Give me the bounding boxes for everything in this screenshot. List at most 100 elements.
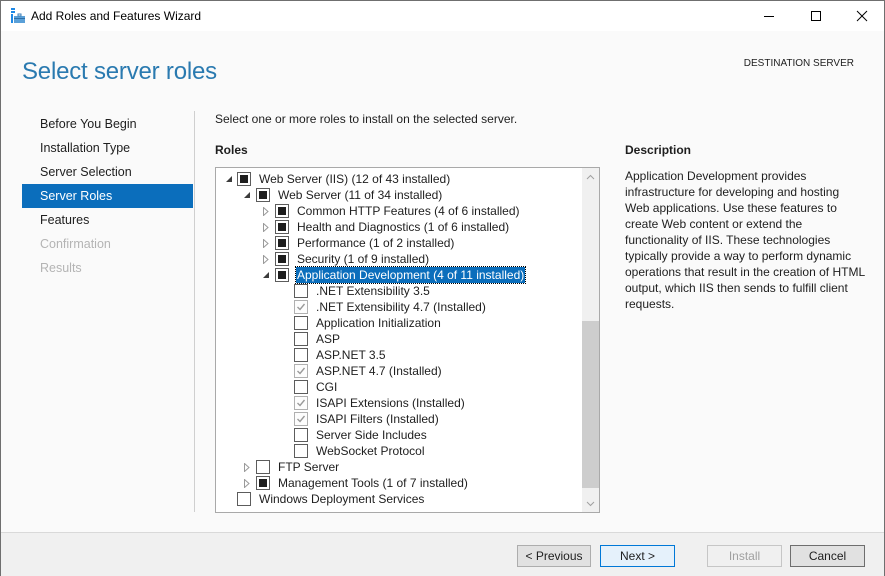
cancel-button[interactable]: Cancel — [790, 545, 865, 567]
scroll-thumb[interactable] — [582, 321, 599, 488]
next-button[interactable]: Next > — [600, 545, 675, 567]
role-checkbox — [294, 396, 308, 410]
roles-scrollbar[interactable] — [582, 168, 599, 512]
role-label[interactable]: Performance (1 of 2 installed) — [296, 235, 455, 251]
close-icon — [856, 10, 868, 22]
role-label[interactable]: Application Initialization — [315, 315, 442, 331]
collapsed-triangle-icon[interactable] — [241, 459, 253, 475]
role-checkbox[interactable] — [275, 236, 289, 250]
install-button: Install — [707, 545, 782, 567]
role-tree-item[interactable]: Health and Diagnostics (1 of 6 installed… — [216, 219, 582, 235]
checkmark-icon — [297, 303, 306, 311]
role-checkbox — [294, 364, 308, 378]
role-tree-item[interactable]: Web Server (IIS) (12 of 43 installed) — [216, 171, 582, 187]
scroll-down-button[interactable] — [582, 495, 599, 512]
role-label[interactable]: ISAPI Extensions (Installed) — [315, 395, 466, 411]
role-tree-item[interactable]: .NET Extensibility 4.7 (Installed) — [216, 299, 582, 315]
collapsed-triangle-icon[interactable] — [260, 219, 272, 235]
role-tree-item[interactable]: Server Side Includes — [216, 427, 582, 443]
role-checkbox[interactable] — [237, 492, 251, 506]
role-label[interactable]: CGI — [315, 379, 338, 395]
role-checkbox[interactable] — [256, 476, 270, 490]
role-checkbox[interactable] — [294, 380, 308, 394]
role-label[interactable]: Management Tools (1 of 7 installed) — [277, 475, 469, 491]
role-tree-item[interactable]: ASP — [216, 331, 582, 347]
role-label[interactable]: ASP.NET 3.5 — [315, 347, 387, 363]
roles-tree[interactable]: Web Server (IIS) (12 of 43 installed) Web… — [215, 167, 600, 513]
collapsed-triangle-icon[interactable] — [260, 235, 272, 251]
role-checkbox[interactable] — [294, 316, 308, 330]
minimize-button[interactable] — [746, 1, 792, 31]
role-label[interactable]: Web Server (11 of 34 installed) — [277, 187, 443, 203]
collapsed-triangle-icon[interactable] — [241, 475, 253, 491]
role-label[interactable]: WebSocket Protocol — [315, 443, 426, 459]
collapsed-triangle-icon[interactable] — [260, 251, 272, 267]
expanded-triangle-icon[interactable] — [260, 267, 272, 283]
role-checkbox[interactable] — [294, 284, 308, 298]
role-label[interactable]: ASP — [315, 331, 341, 347]
role-label[interactable]: Windows Deployment Services — [258, 491, 425, 507]
role-checkbox[interactable] — [256, 188, 270, 202]
role-tree-item[interactable]: Web Server (11 of 34 installed) — [216, 187, 582, 203]
role-tree-item[interactable]: CGI — [216, 379, 582, 395]
instruction-text: Select one or more roles to install on t… — [215, 112, 518, 126]
role-tree-item[interactable]: WebSocket Protocol — [216, 443, 582, 459]
previous-button[interactable]: < Previous — [517, 545, 591, 567]
role-tree-item[interactable]: Application Initialization — [216, 315, 582, 331]
role-checkbox[interactable] — [237, 172, 251, 186]
nav-item-installation-type[interactable]: Installation Type — [22, 136, 193, 160]
role-tree-item[interactable]: ISAPI Filters (Installed) — [216, 411, 582, 427]
role-checkbox[interactable] — [275, 268, 289, 282]
role-checkbox[interactable] — [294, 444, 308, 458]
role-tree-item[interactable]: Performance (1 of 2 installed) — [216, 235, 582, 251]
scroll-up-button[interactable] — [582, 168, 599, 185]
collapsed-triangle-icon[interactable] — [260, 203, 272, 219]
role-tree-item[interactable]: Common HTTP Features (4 of 6 installed) — [216, 203, 582, 219]
role-tree-item[interactable]: Management Tools (1 of 7 installed) — [216, 475, 582, 491]
role-label[interactable]: Common HTTP Features (4 of 6 installed) — [296, 203, 521, 219]
minimize-icon — [764, 16, 774, 17]
role-tree-item[interactable]: ASP.NET 3.5 — [216, 347, 582, 363]
role-checkbox — [294, 412, 308, 426]
role-label[interactable]: Health and Diagnostics (1 of 6 installed… — [296, 219, 510, 235]
role-label[interactable]: ASP.NET 4.7 (Installed) — [315, 363, 443, 379]
description-text: Application Development provides infrast… — [625, 169, 865, 311]
role-checkbox[interactable] — [294, 348, 308, 362]
description-heading: Description — [625, 143, 692, 157]
role-label[interactable]: Web Server (IIS) (12 of 43 installed) — [258, 171, 451, 187]
nav-item-before-you-begin[interactable]: Before You Begin — [22, 112, 193, 136]
roles-heading: Roles — [215, 143, 248, 157]
nav-item-features[interactable]: Features — [22, 208, 193, 232]
role-tree-item[interactable]: FTP Server — [216, 459, 582, 475]
role-tree-item[interactable]: Security (1 of 9 installed) — [216, 251, 582, 267]
role-checkbox[interactable] — [275, 220, 289, 234]
role-label[interactable]: .NET Extensibility 3.5 — [315, 283, 431, 299]
role-checkbox[interactable] — [294, 428, 308, 442]
role-tree-item[interactable]: .NET Extensibility 3.5 — [216, 283, 582, 299]
role-checkbox[interactable] — [275, 252, 289, 266]
nav-item-server-roles[interactable]: Server Roles — [22, 184, 193, 208]
role-label[interactable]: Application Development (4 of 11 install… — [294, 266, 527, 284]
checkmark-icon — [297, 399, 306, 407]
role-label[interactable]: ISAPI Filters (Installed) — [315, 411, 440, 427]
nav-item-server-selection[interactable]: Server Selection — [22, 160, 193, 184]
close-button[interactable] — [839, 1, 885, 31]
chevron-down-icon — [586, 501, 595, 506]
role-label[interactable]: Server Side Includes — [315, 427, 428, 443]
nav-divider — [194, 111, 195, 512]
role-label[interactable]: Security (1 of 9 installed) — [296, 251, 430, 267]
title-bar[interactable]: Add Roles and Features Wizard — [1, 1, 884, 31]
role-checkbox[interactable] — [256, 460, 270, 474]
nav-item-confirmation: Confirmation — [40, 237, 111, 251]
expanded-triangle-icon[interactable] — [223, 171, 235, 187]
role-tree-item[interactable]: Windows Deployment Services — [216, 491, 582, 507]
role-checkbox[interactable] — [275, 204, 289, 218]
role-tree-item[interactable]: ISAPI Extensions (Installed) — [216, 395, 582, 411]
role-label[interactable]: FTP Server — [277, 459, 340, 475]
role-checkbox[interactable] — [294, 332, 308, 346]
maximize-button[interactable] — [793, 1, 839, 31]
role-tree-item[interactable]: Application Development (4 of 11 install… — [216, 266, 582, 284]
role-label[interactable]: .NET Extensibility 4.7 (Installed) — [315, 299, 487, 315]
expanded-triangle-icon[interactable] — [241, 187, 253, 203]
role-tree-item[interactable]: ASP.NET 4.7 (Installed) — [216, 363, 582, 379]
